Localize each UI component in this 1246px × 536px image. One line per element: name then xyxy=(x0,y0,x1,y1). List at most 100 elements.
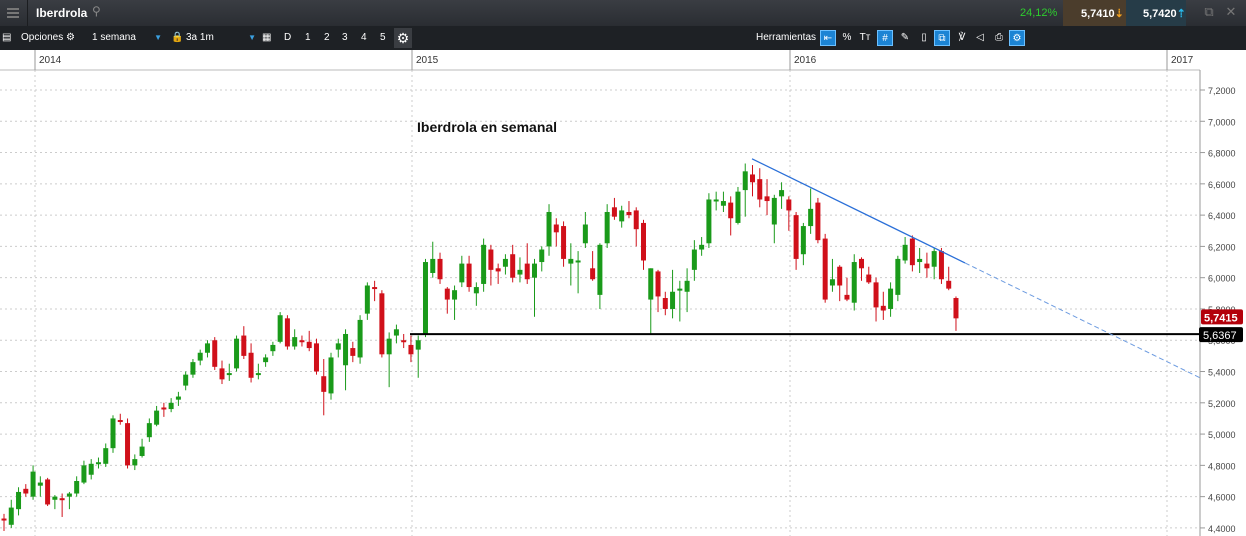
candle-up xyxy=(742,171,748,191)
candle-down xyxy=(495,268,501,272)
candle-down xyxy=(640,222,646,261)
y-tick-label: 7,0000 xyxy=(1208,117,1236,127)
candle-up xyxy=(917,258,923,263)
candle-down xyxy=(379,293,385,355)
candle-down xyxy=(655,271,661,297)
candle-down xyxy=(880,305,886,311)
candle-up xyxy=(902,244,908,261)
y-tick-label: 5,0000 xyxy=(1208,430,1236,440)
candle-up xyxy=(502,258,508,267)
layers-icon[interactable]: ⧉ xyxy=(934,30,950,46)
up-arrow-icon: ⇡ xyxy=(1176,8,1186,20)
options-button[interactable]: Opciones ⚙ xyxy=(21,31,75,45)
period-button-2[interactable]: 2 xyxy=(324,31,330,45)
candle-down xyxy=(444,288,450,300)
candle-up xyxy=(52,496,58,500)
range-value: 3a 1m xyxy=(186,32,214,43)
candle-up xyxy=(531,263,537,278)
period-button-d[interactable]: D xyxy=(284,31,291,45)
candle-up xyxy=(539,249,545,263)
candle-down xyxy=(284,318,290,347)
list-icon[interactable]: ▤ xyxy=(2,31,11,45)
candle-down xyxy=(909,238,915,266)
left-arrow-icon[interactable]: ⇤ xyxy=(820,30,836,46)
candle-up xyxy=(37,482,43,486)
candle-down xyxy=(786,199,792,211)
indicators-icon[interactable]: ℣ xyxy=(954,30,970,46)
y-tick-label: 7,2000 xyxy=(1208,86,1236,96)
candle-up xyxy=(706,199,712,244)
candle-down xyxy=(837,266,843,286)
popout-icon[interactable]: ⧉ xyxy=(1200,4,1218,22)
candle-up xyxy=(226,373,232,376)
candle-up xyxy=(103,448,109,464)
period-button-1[interactable]: 1 xyxy=(305,31,311,45)
candle-up xyxy=(619,210,625,222)
candle-down xyxy=(466,263,472,288)
candle-down xyxy=(1,518,7,521)
candle-up xyxy=(691,249,697,270)
support-price-label: 5,6367 xyxy=(1203,330,1237,342)
candle-up xyxy=(670,291,676,309)
candle-up xyxy=(95,462,101,465)
candle-up xyxy=(779,190,785,197)
candle-down xyxy=(117,420,123,423)
period-button-5[interactable]: 5 xyxy=(380,31,386,45)
buy-price-button[interactable]: 5,7420⇡ xyxy=(1126,0,1186,26)
chart-toolbar: ▤ Opciones ⚙ 1 semana ▼ 🔒 3a 1m ▼ ▦ D 1 2 … xyxy=(0,26,1246,50)
candle-up xyxy=(888,288,894,309)
calendar-icon[interactable]: ▦ xyxy=(262,31,271,45)
candle-up xyxy=(110,418,116,449)
candle-icon[interactable]: ▯ xyxy=(916,30,932,46)
close-icon[interactable]: ✕ xyxy=(1222,4,1240,22)
y-tick-label: 6,4000 xyxy=(1208,211,1236,221)
candle-up xyxy=(343,333,349,366)
title-bar: Iberdrola ⚲ 24,12% 5,7410⇣ 5,7420⇡ ⧉ ✕ xyxy=(0,0,1246,26)
tag-icon[interactable]: ◁ xyxy=(972,30,988,46)
candle-down xyxy=(866,274,872,283)
candle-up xyxy=(132,459,138,466)
trendline-extension[interactable] xyxy=(964,262,1201,379)
period-button-4[interactable]: 4 xyxy=(361,31,367,45)
hamburger-menu-icon[interactable] xyxy=(0,0,28,26)
interval-select[interactable]: 1 semana ▼ xyxy=(92,31,162,45)
instrument-title: Iberdrola xyxy=(36,6,88,20)
candle-up xyxy=(139,446,145,456)
x-tick-label: 2014 xyxy=(39,55,62,66)
candle-down xyxy=(662,298,668,309)
print-icon[interactable]: ⎙ xyxy=(991,30,1007,46)
sell-price: 5,7410 xyxy=(1081,8,1115,20)
trendline[interactable] xyxy=(751,158,966,264)
candle-up xyxy=(292,337,298,347)
candle-down xyxy=(212,340,218,367)
chevron-down-icon: ▼ xyxy=(154,33,162,42)
candle-up xyxy=(30,471,36,497)
period-button-3[interactable]: 3 xyxy=(342,31,348,45)
chart-settings-icon[interactable]: ⚙ xyxy=(394,28,412,48)
sell-price-button[interactable]: 5,7410⇣ xyxy=(1063,0,1126,26)
candle-down xyxy=(125,423,131,466)
candle-up xyxy=(66,493,72,497)
candle-up xyxy=(328,357,334,394)
draw-icon[interactable]: ✎ xyxy=(897,30,913,46)
candle-down xyxy=(488,249,494,270)
settings-pen-icon[interactable]: ⚙ xyxy=(1009,30,1025,46)
lock-icon[interactable]: 🔒 xyxy=(171,31,183,45)
candle-down xyxy=(844,294,850,300)
candle-down xyxy=(633,210,639,230)
percent-icon[interactable]: % xyxy=(839,30,855,46)
candle-down xyxy=(350,348,356,356)
buy-price: 5,7420 xyxy=(1143,8,1177,20)
candle-up xyxy=(204,343,210,353)
candle-down xyxy=(757,179,763,200)
search-icon[interactable]: ⚲ xyxy=(92,4,101,18)
candle-up xyxy=(168,402,174,410)
candle-down xyxy=(437,258,443,280)
candle-up xyxy=(735,191,741,223)
text-size-icon[interactable]: Tᴛ xyxy=(857,30,873,46)
candle-up xyxy=(808,208,814,227)
candle-down xyxy=(611,207,617,217)
range-select[interactable]: 3a 1m ▼ xyxy=(186,31,256,45)
price-chart[interactable]: 2014 2015 2016 2017 7,2000 7,0000 6,8000 6,600… xyxy=(0,50,1246,536)
grid-icon[interactable]: # xyxy=(877,30,893,46)
